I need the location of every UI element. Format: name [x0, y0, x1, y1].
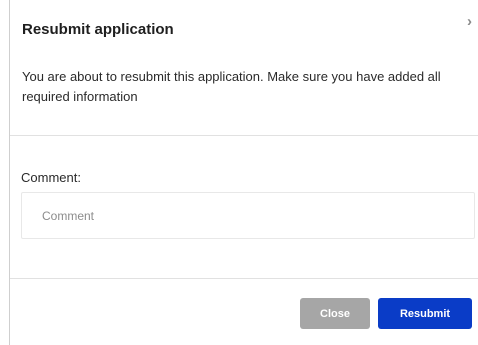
close-button[interactable]: Close	[300, 298, 370, 329]
resubmit-dialog: › Resubmit application You are about to …	[0, 0, 478, 345]
header-divider	[10, 135, 478, 136]
comment-label: Comment:	[21, 170, 81, 185]
resubmit-button[interactable]: Resubmit	[378, 298, 472, 329]
dialog-title: Resubmit application	[22, 21, 174, 38]
footer-divider	[10, 278, 478, 279]
comment-input[interactable]	[21, 192, 475, 239]
dialog-message: You are about to resubmit this applicati…	[22, 69, 441, 104]
close-icon[interactable]: ›	[467, 14, 472, 29]
dialog-left-border	[9, 0, 10, 345]
